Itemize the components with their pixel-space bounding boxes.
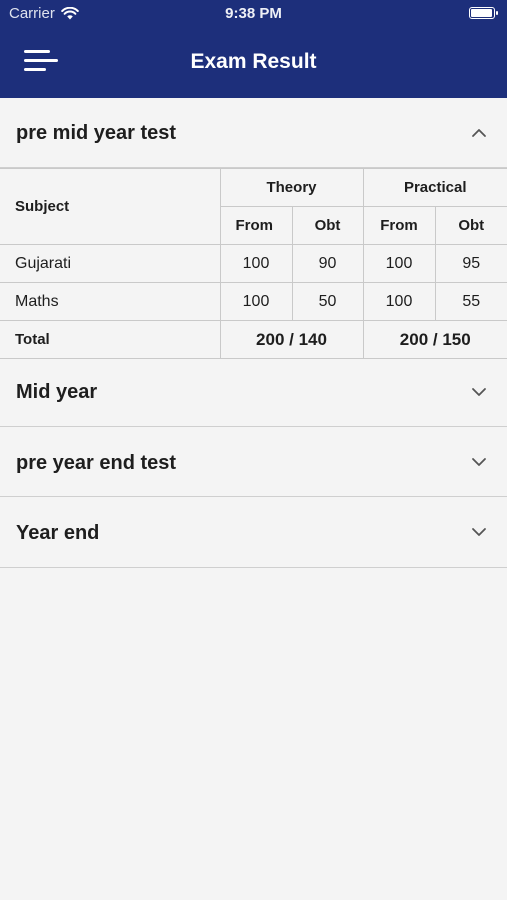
app-header: Carrier 9:38 PM Exam Result [0,0,507,98]
table-row: Maths 100 50 100 55 [0,282,507,321]
section-title: Year end [16,522,100,544]
section-title: pre mid year test [16,122,177,144]
theory-obt-cell: 90 [291,244,364,283]
status-time: 9:38 PM [225,5,282,22]
table-header-row: Subject Theory Practical [0,168,507,245]
subject-cell: Gujarati [0,244,221,283]
theory-obt-header: Obt [291,206,364,245]
section-title: Mid year [16,381,98,403]
subject-cell: Maths [0,282,221,321]
table-row: Gujarati 100 90 100 95 [0,244,507,283]
practical-obt-cell: 55 [434,282,507,321]
chevron-down-icon[interactable] [471,454,487,470]
practical-obt-header: Obt [434,206,507,245]
battery-icon [469,7,498,19]
chevron-down-icon[interactable] [471,384,487,400]
theory-obt-cell: 50 [291,282,364,321]
theory-total: 200 / 140 [219,320,364,359]
total-label: Total [0,320,221,359]
practical-header: Practical [362,168,507,207]
section-year-end[interactable]: Year end [0,497,507,568]
page-title: Exam Result [190,50,317,73]
theory-header: Theory [219,168,364,207]
practical-obt-cell: 95 [434,244,507,283]
section-pre-mid-year-test[interactable]: pre mid year test [0,98,507,168]
result-table: Subject Theory Practical From Obt From O… [0,168,507,359]
theory-from-cell: 100 [219,244,293,283]
practical-from-header: From [362,206,436,245]
subject-header: Subject [0,168,221,245]
status-bar: Carrier 9:38 PM [0,0,507,28]
section-pre-year-end-test[interactable]: pre year end test [0,427,507,497]
theory-from-header: From [220,206,293,245]
section-title: pre year end test [16,452,177,474]
section-mid-year[interactable]: Mid year [0,356,507,427]
chevron-down-icon[interactable] [471,524,487,540]
chevron-up-icon[interactable] [471,125,487,141]
theory-from-cell: 100 [219,282,293,321]
practical-from-cell: 100 [362,282,436,321]
battery-level [471,9,492,17]
total-row: Total 200 / 140 200 / 150 [0,320,507,359]
practical-total: 200 / 150 [362,320,507,359]
practical-from-cell: 100 [362,244,436,283]
